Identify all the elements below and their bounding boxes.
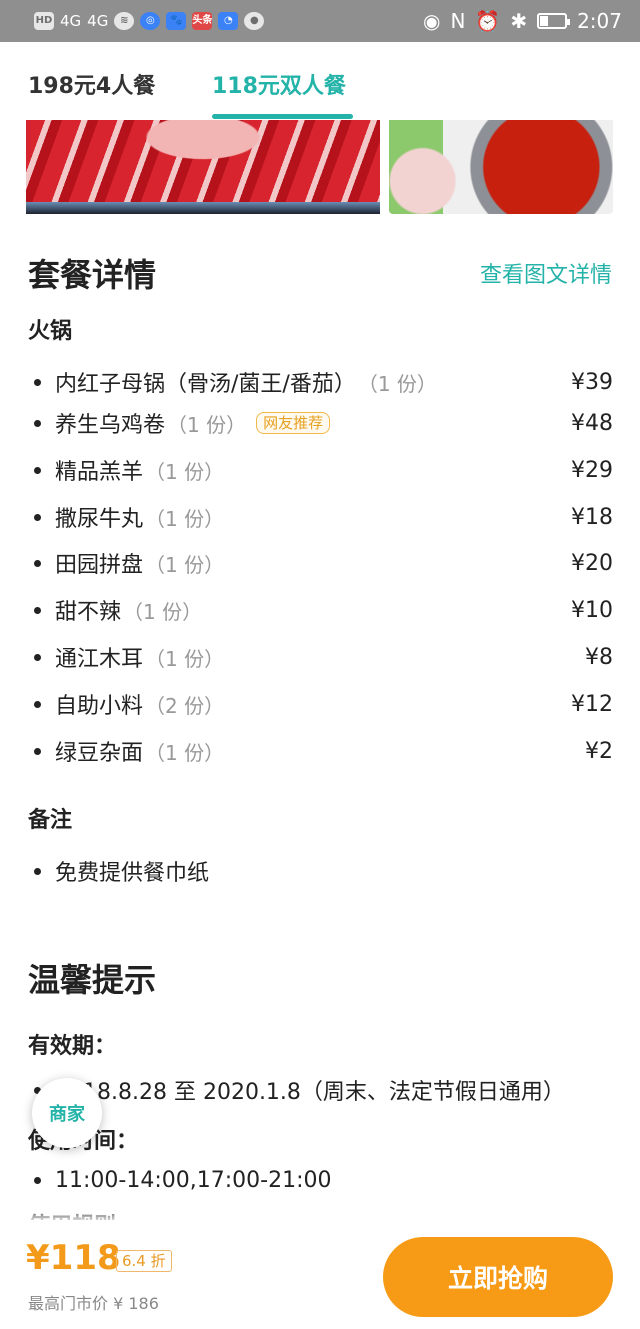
- bluetooth-icon: ✱: [510, 9, 528, 33]
- view-image-details-link[interactable]: 查看图文详情: [480, 257, 612, 289]
- item-name: 自助小料: [55, 694, 144, 719]
- item-price: ¥10: [571, 597, 613, 623]
- tab-118-two-person[interactable]: 118元双人餐: [212, 68, 346, 100]
- validity-label: 有效期：: [28, 1034, 117, 1059]
- item-name: 精品羔羊: [55, 460, 144, 485]
- deal-price: ¥118: [26, 1238, 121, 1278]
- usage-time-row: 11:00-14:00,17:00-21:00: [28, 1168, 331, 1193]
- signal-icon-2: 4G: [87, 12, 109, 30]
- item-price: ¥8: [585, 644, 613, 670]
- note-text: 免费提供餐巾纸: [55, 861, 210, 886]
- tips-title: 温馨提示: [28, 961, 157, 999]
- item-name: 田园拼盘: [55, 553, 144, 578]
- status-time: 2:07: [577, 9, 622, 33]
- item-name: 养生乌鸡卷: [55, 413, 166, 438]
- bullet: [34, 378, 41, 386]
- wifi-icon: ≋: [114, 12, 135, 30]
- app-icon-1: ◎: [140, 12, 161, 30]
- bullet: [34, 513, 41, 521]
- eye-icon: ◉: [422, 9, 441, 33]
- item-name: 通江木耳: [55, 647, 144, 672]
- item-qty: （1 份）: [145, 646, 225, 671]
- item-price: ¥29: [571, 457, 613, 483]
- item-name: 甜不辣: [55, 600, 122, 625]
- validity-row: 2018.8.28 至 2020.1.8（周末、法定节假日通用）: [28, 1074, 565, 1106]
- package-tabs: 198元4人餐 118元双人餐: [0, 42, 640, 120]
- list-item: 通江木耳 （1 份） ¥8: [28, 637, 613, 677]
- note-item: 免费提供餐巾纸: [28, 855, 209, 887]
- buy-now-button[interactable]: 立即抢购: [383, 1237, 613, 1317]
- package-images: [0, 120, 640, 216]
- item-qty: （1 份）: [167, 412, 247, 437]
- category-hotpot: 火锅: [28, 319, 73, 344]
- chat-icon: ●: [244, 12, 265, 30]
- lamb-plate-image[interactable]: [26, 120, 380, 214]
- bullet: [34, 419, 41, 427]
- list-item: 内红子母锅（骨汤/菌王/番茄） （1 份） ¥39: [28, 362, 613, 402]
- plate-rim: [26, 202, 380, 214]
- bullet: [34, 466, 41, 474]
- shop-button[interactable]: 商家: [32, 1078, 102, 1148]
- app-icon-2: ◔: [218, 12, 239, 30]
- item-price: ¥12: [571, 691, 613, 717]
- discount-badge: 6.4 折: [116, 1250, 172, 1272]
- item-qty: （1 份）: [145, 740, 225, 765]
- baidu-icon: 🐾: [166, 12, 187, 30]
- item-qty: （2 份）: [145, 693, 225, 718]
- notes-title: 备注: [28, 808, 73, 833]
- tab-198-four-person[interactable]: 198元4人餐: [28, 68, 155, 100]
- battery-icon: [537, 13, 571, 29]
- bullet: [34, 747, 41, 755]
- item-qty: （1 份）: [357, 371, 437, 396]
- usage-time-value: 11:00-14:00,17:00-21:00: [55, 1168, 332, 1193]
- status-left: HD 4G 4G ≋ ◎ 🐾 头条 ◔ ●: [34, 12, 265, 30]
- bullet: [34, 867, 41, 875]
- signal-icon-1: 4G: [60, 12, 82, 30]
- list-item: 养生乌鸡卷 （1 份） 网友推荐 ¥48: [28, 403, 613, 443]
- item-qty: （1 份）: [145, 506, 225, 531]
- hotpot-image[interactable]: [389, 120, 613, 214]
- nfc-icon: N: [450, 9, 466, 33]
- status-bar: HD 4G 4G ≋ ◎ 🐾 头条 ◔ ● ◉ N ⏰ ✱ 2:07: [0, 0, 640, 42]
- bullet: [34, 1177, 41, 1184]
- item-qty: （1 份）: [145, 459, 225, 484]
- bullet: [34, 700, 41, 708]
- bullet: [34, 606, 41, 614]
- recommended-badge: 网友推荐: [256, 412, 331, 434]
- market-price: 最高门市价 ¥ 186: [28, 1294, 159, 1313]
- alarm-icon: ⏰: [475, 9, 501, 33]
- list-item: 田园拼盘 （1 份） ¥20: [28, 543, 613, 583]
- bullet: [34, 559, 41, 567]
- bottom-purchase-bar: ¥118 6.4 折 最高门市价 ¥ 186 立即抢购: [0, 1220, 640, 1329]
- hd-icon: HD: [34, 12, 54, 30]
- list-item: 撒尿牛丸 （1 份） ¥18: [28, 497, 613, 537]
- list-item: 自助小料 （2 份） ¥12: [28, 684, 613, 724]
- list-item: 精品羔羊 （1 份） ¥29: [28, 450, 613, 490]
- item-name: 撒尿牛丸: [55, 507, 144, 532]
- item-price: ¥20: [571, 550, 613, 576]
- list-item: 甜不辣 （1 份） ¥10: [28, 590, 613, 630]
- item-price: ¥18: [571, 504, 613, 530]
- status-right: ◉ N ⏰ ✱ 2:07: [423, 9, 622, 33]
- item-qty: （1 份）: [123, 599, 203, 624]
- item-price: ¥48: [571, 410, 613, 436]
- toutiao-icon: 头条: [192, 12, 213, 30]
- validity-value: 2018.8.28 至 2020.1.8（周末、法定节假日通用）: [55, 1080, 565, 1105]
- bullet: [34, 653, 41, 661]
- item-price: ¥39: [571, 369, 613, 395]
- list-item: 绿豆杂面 （1 份） ¥2: [28, 731, 613, 771]
- item-name: 内红子母锅（骨汤/菌王/番茄）: [55, 372, 356, 397]
- item-price: ¥2: [585, 738, 613, 764]
- item-name: 绿豆杂面: [55, 741, 144, 766]
- package-details-title: 套餐详情: [28, 256, 157, 294]
- active-tab-indicator: [212, 114, 353, 119]
- item-qty: （1 份）: [145, 552, 225, 577]
